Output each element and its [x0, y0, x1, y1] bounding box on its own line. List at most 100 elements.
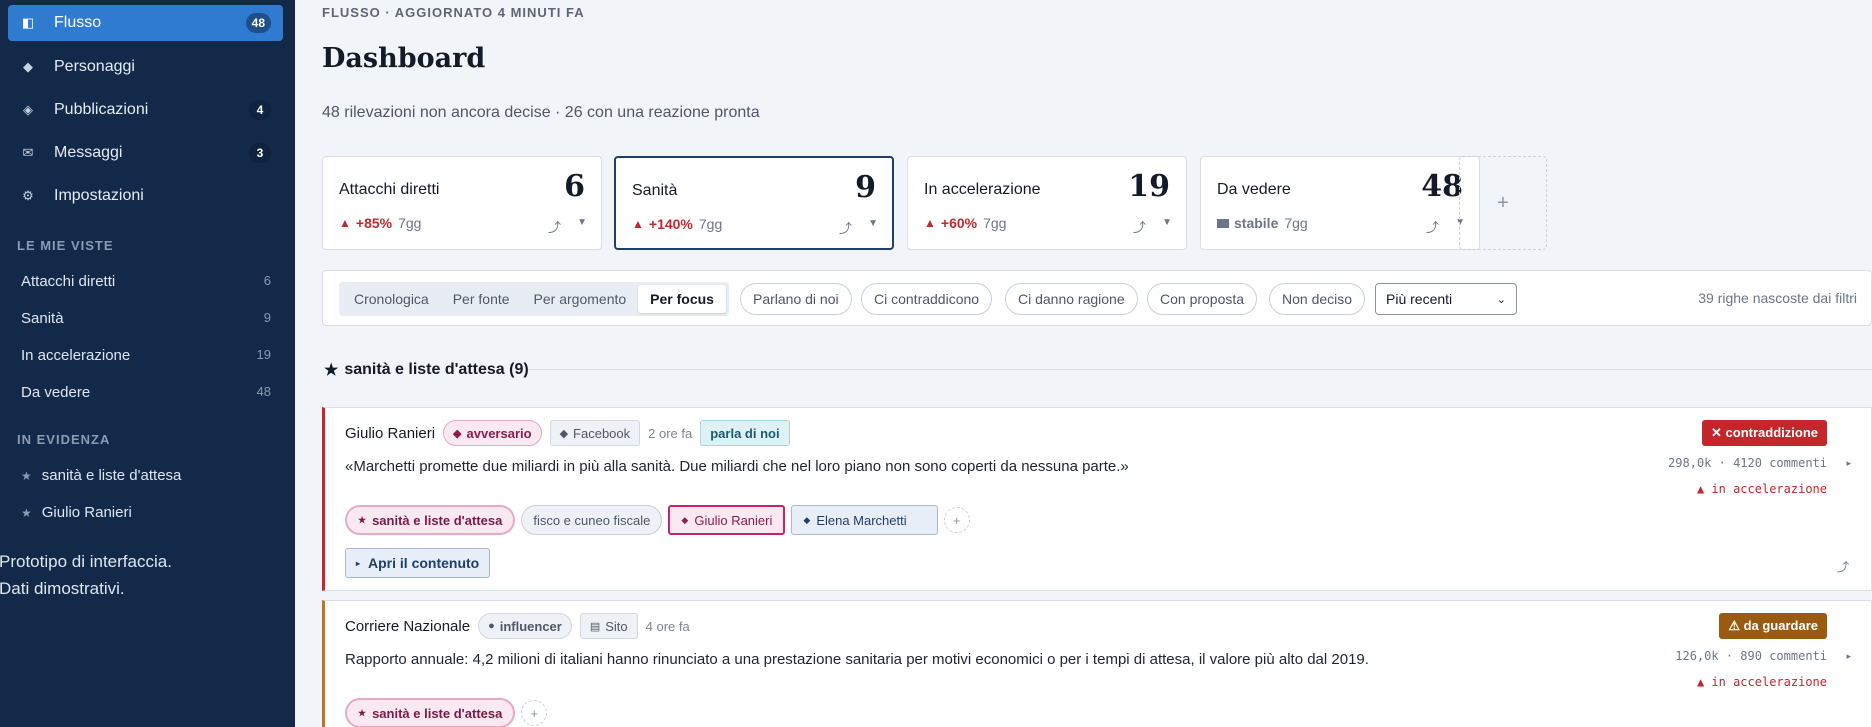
hidden-rows-note: 39 righe nascoste dai filtri [1698, 290, 1857, 306]
trend-up-icon: ▲ [632, 217, 644, 231]
view-count: 19 [256, 347, 271, 362]
chevron-down-icon[interactable]: ▼ [1162, 217, 1172, 228]
share-icon[interactable]: ⤴ [1426, 217, 1439, 236]
sort-select[interactable]: Più recenti ⌄ [1375, 283, 1517, 315]
card-chips: ★ sanità e liste d'attesa + [345, 698, 548, 727]
stat-value: 9 [855, 170, 876, 205]
filter-pill-con-proposta[interactable]: Con proposta [1147, 283, 1258, 315]
card-metrics: 298,0k · 4120 commenti [1668, 456, 1827, 470]
prototype-notice: Prototipo di interfaccia. Dati dimostrat… [0, 548, 172, 602]
share-icon[interactable]: ⤴ [1133, 217, 1146, 236]
filter-pill-ci-danno-ragione[interactable]: Ci danno ragione [1005, 283, 1138, 315]
verdict-badge[interactable]: ✕ contraddizione [1702, 420, 1827, 446]
share-icon[interactable]: ⤴ [548, 217, 561, 236]
verdict-badge[interactable]: ⚠ da guardare [1719, 613, 1827, 639]
role-tag: ● influencer [478, 613, 572, 639]
nav-badge: 48 [245, 13, 271, 33]
stat-trend: ▲ +60% 7gg [924, 215, 1006, 231]
mode-per-focus[interactable]: Per focus [638, 285, 726, 313]
chip-topic[interactable]: ★ sanità e liste d'attesa [345, 698, 516, 727]
page-subtitle: 48 rilevazioni non ancora decise · 26 co… [322, 104, 760, 121]
diamond-icon: ◆ [23, 59, 33, 74]
nav-flusso[interactable]: ◧ Flusso 48 [8, 5, 283, 41]
nav-impostazioni[interactable]: ⚙ Impostazioni [8, 178, 283, 214]
role-label: avversario [466, 425, 532, 441]
stat-trend: stabile 7gg [1217, 215, 1308, 231]
stat-card-accelerazione[interactable]: In accelerazione 19 ▲ +60% 7gg ⤴ ▼ [907, 156, 1187, 250]
stat-card-da-vedere[interactable]: Da vedere 48 stabile 7gg ⤴ ▼ [1200, 156, 1480, 250]
view-item-da-vedere[interactable]: Da vedere 48 [21, 384, 271, 401]
chip-label: Giulio Ranieri [694, 512, 773, 528]
view-count: 48 [256, 384, 271, 399]
star-icon: ★ [324, 362, 339, 379]
stat-period: 7gg [398, 215, 422, 231]
view-count: 6 [263, 273, 271, 288]
chevron-down-icon[interactable]: ▼ [868, 218, 878, 229]
add-chip-button[interactable]: + [943, 507, 970, 533]
view-label: Sanità [21, 310, 64, 327]
chip-person[interactable]: ◆ Elena Marchetti [791, 505, 938, 535]
mode-per-fonte[interactable]: Per fonte [441, 285, 522, 313]
highlight-item-ranieri[interactable]: ★ Giulio Ranieri [21, 504, 132, 521]
nav-label: Impostazioni [54, 187, 144, 204]
view-item-attacchi[interactable]: Attacchi diretti 6 [21, 273, 271, 290]
nav-messaggi[interactable]: ✉ Messaggi 3 [8, 135, 283, 171]
nav-personaggi[interactable]: ◆ Personaggi [8, 49, 283, 85]
acceleration-indicator: ▲ in accelerazione [1696, 675, 1827, 689]
chip-person[interactable]: ◆ Giulio Ranieri [668, 505, 786, 535]
share-icon[interactable]: ⤴ [839, 218, 852, 237]
card-quote: Rapporto annuale: 4,2 milioni di italian… [345, 651, 1369, 668]
open-label: Apri il contenuto [368, 555, 480, 571]
prototype-line: Dati dimostrativi. [0, 579, 125, 598]
highlight-item-sanita[interactable]: ★ sanità e liste d'attesa [21, 467, 181, 484]
card-author[interactable]: Giulio Ranieri [345, 425, 435, 442]
role-label: influencer [499, 618, 562, 634]
sidebar-panel-icon: ◧ [21, 15, 35, 30]
card-chips: ★ sanità e liste d'attesa fisco e cuneo f… [345, 505, 970, 535]
view-item-accelerazione[interactable]: In accelerazione 19 [21, 347, 271, 364]
feed-card[interactable]: Corriere Nazionale ● influencer ▤ Sito 4 o… [322, 600, 1872, 727]
card-metrics: 126,0k · 890 commenti [1675, 649, 1827, 663]
nav-label: Pubblicazioni [54, 101, 149, 118]
mode-per-argomento[interactable]: Per argomento [522, 285, 639, 313]
stat-trend: ▲ +85% 7gg [339, 215, 421, 231]
caret-right-icon[interactable]: ▸ [1846, 458, 1851, 469]
share-icon[interactable]: ⤴ [1837, 558, 1849, 575]
nav-label: Flusso [54, 14, 102, 31]
card-author[interactable]: Corriere Nazionale [345, 618, 470, 635]
chip-topic[interactable]: ★ sanità e liste d'attesa [345, 505, 516, 535]
highlight-label: sanità e liste d'attesa [41, 467, 182, 484]
chip-topic[interactable]: fisco e cuneo fiscale [521, 505, 663, 535]
add-chip-button[interactable]: + [521, 700, 548, 726]
card-quote: «Marchetti promette due miliardi in più … [345, 458, 1129, 475]
card-time: 2 ore fa [648, 425, 693, 441]
section-divider [528, 369, 1872, 370]
caret-right-icon[interactable]: ▸ [1846, 651, 1851, 662]
section-title: sanità e liste d'attesa (9) [344, 361, 529, 378]
dot-icon: ● [488, 620, 495, 632]
caret-right-icon: ▸ [356, 558, 361, 568]
open-content-button[interactable]: ▸ Apri il contenuto [345, 548, 491, 578]
stat-delta: +85% [355, 215, 393, 231]
stat-card-sanita[interactable]: Sanità 9 ▲ +140% 7gg ⤴ ▼ [614, 156, 894, 250]
filter-pill-ci-contraddicono[interactable]: Ci contraddicono [861, 283, 993, 315]
stat-label: Attacchi diretti [339, 181, 440, 198]
layers-icon: ◈ [23, 102, 33, 117]
feed-card[interactable]: Giulio Ranieri ◆ avversario ◆ Facebook 2 o… [322, 407, 1872, 591]
mode-cronologica[interactable]: Cronologica [342, 285, 441, 313]
stat-value: 19 [1128, 169, 1170, 204]
trend-up-icon: ▲ [339, 216, 351, 230]
nav-pubblicazioni[interactable]: ◈ Pubblicazioni 4 [8, 92, 283, 128]
filter-pill-parlano-di-noi[interactable]: Parlano di noi [740, 283, 852, 315]
page-title: Dashboard [322, 43, 486, 74]
stat-period: 7gg [1284, 215, 1308, 231]
mail-icon: ✉ [22, 145, 34, 160]
filter-pill-non-deciso[interactable]: Non deciso [1269, 283, 1366, 315]
chip-label: sanità e liste d'attesa [372, 512, 503, 528]
add-stat-button[interactable]: + [1459, 156, 1547, 250]
view-item-sanita[interactable]: Sanità 9 [21, 310, 271, 327]
stat-delta: +60% [940, 215, 978, 231]
stat-card-attacchi[interactable]: Attacchi diretti 6 ▲ +85% 7gg ⤴ ▼ [322, 156, 602, 250]
prototype-line: Prototipo di interfaccia. [0, 552, 172, 571]
chevron-down-icon[interactable]: ▼ [577, 217, 587, 228]
